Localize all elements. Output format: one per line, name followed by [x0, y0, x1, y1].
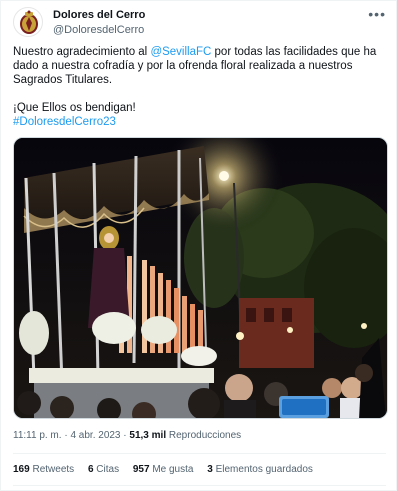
avatar[interactable]	[13, 7, 43, 37]
tweet-stats: 169 Retweets 6 Citas 957 Me gusta 3 Elem…	[13, 463, 324, 477]
mention-link[interactable]: @SevillaFC	[150, 46, 211, 58]
views-label: Reproducciones	[168, 430, 242, 441]
author-display-name[interactable]: Dolores del Cerro	[53, 8, 145, 22]
quotes-count: 6	[87, 464, 94, 475]
bookmarks-count: 3	[207, 464, 213, 475]
tweet-header: Dolores del Cerro @DoloresdelCerro •••	[13, 7, 386, 37]
tweet-photo[interactable]	[13, 137, 388, 419]
hashtag-link[interactable]: #DoloresdelCerro23	[13, 116, 116, 128]
tweet-meta: 11:11 p. m. · 4 abr. 2023 · 51,3 mil Rep…	[13, 429, 241, 443]
tweet-date[interactable]: 4 abr. 2023	[70, 430, 120, 441]
quotes-label: Citas	[96, 464, 120, 475]
more-horizontal-icon[interactable]: •••	[368, 7, 386, 21]
divider	[13, 453, 386, 454]
retweets-label: Retweets	[32, 464, 75, 475]
bookmarks-label: Elementos guardados	[215, 464, 313, 475]
procession-photo	[14, 138, 387, 418]
retweets-stat[interactable]: 169 Retweets	[13, 464, 74, 475]
views-count: 51,3 mil	[129, 430, 167, 441]
quotes-stat[interactable]: 6 Citas	[88, 464, 119, 475]
author-names: Dolores del Cerro @DoloresdelCerro	[53, 8, 145, 37]
likes-count: 957	[132, 464, 150, 475]
tweet-blessing: ¡Que Ellos os bendigan!	[13, 102, 136, 114]
divider	[13, 485, 386, 486]
tweet-text-part: Nuestro agradecimiento al	[13, 46, 151, 58]
bookmarks-stat[interactable]: 3 Elementos guardados	[207, 464, 313, 475]
likes-label: Me gusta	[152, 464, 194, 475]
tweet-time[interactable]: 11:11 p. m.	[13, 430, 62, 441]
meta-separator: ·	[123, 430, 127, 441]
retweets-count: 169	[13, 464, 30, 475]
meta-separator: ·	[64, 430, 68, 441]
likes-stat[interactable]: 957 Me gusta	[133, 464, 194, 475]
tweet-text: Nuestro agradecimiento al @SevillaFC por…	[13, 45, 388, 129]
crest-icon	[20, 10, 38, 34]
author-handle[interactable]: @DoloresdelCerro	[53, 23, 145, 37]
tweet-card: Dolores del Cerro @DoloresdelCerro ••• N…	[0, 0, 397, 491]
